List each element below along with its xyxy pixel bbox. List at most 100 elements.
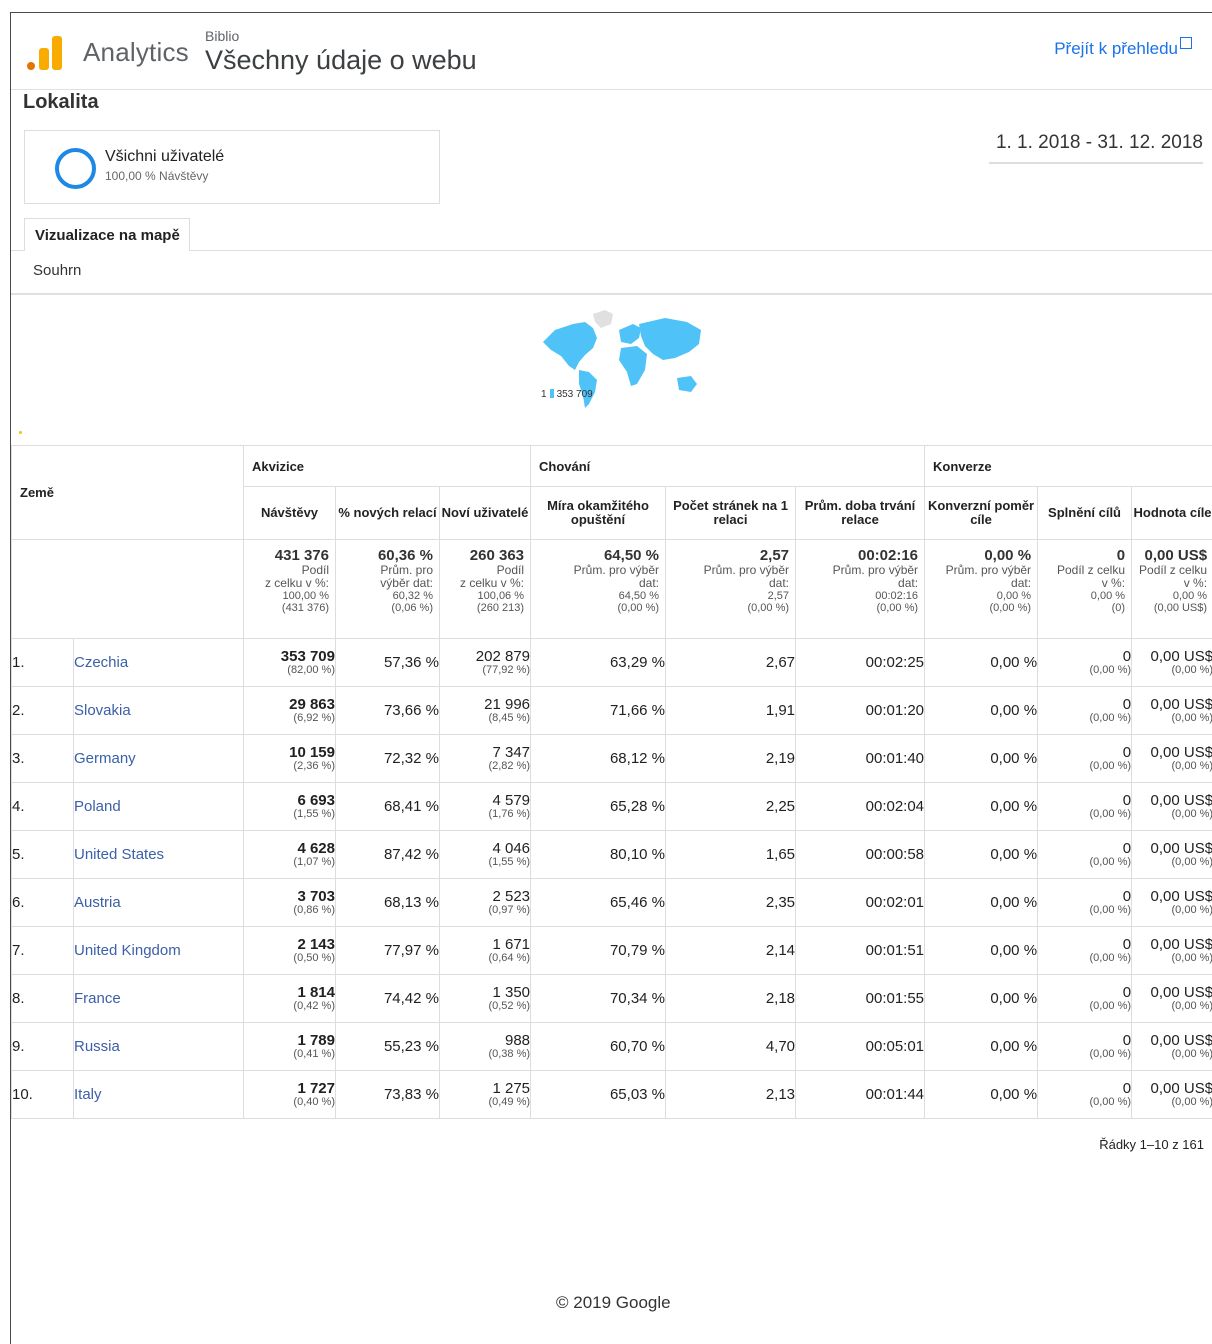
total-cell: 431 376 Podíl z celku v %: 100,00 % (431 376…	[243, 539, 336, 639]
conversion-value: 0,00 %	[990, 846, 1038, 863]
col-header[interactable]: Prům. doba trvání relace	[795, 486, 926, 540]
new-users-cell: 1 671 (0,64 %)	[438, 926, 532, 975]
pages-value: 1,65	[765, 846, 796, 863]
country-link[interactable]: Germany	[74, 751, 243, 766]
account-name[interactable]: Biblio	[205, 28, 239, 44]
country-cell[interactable]: United States	[73, 830, 244, 879]
goals-value: 0	[1122, 984, 1132, 1001]
page-title: Lokalita	[23, 91, 99, 113]
property-selector[interactable]: Všechny údaje o webu	[205, 45, 477, 76]
row-rank: 2.	[12, 702, 25, 719]
col-header[interactable]: Noví uživatelé	[438, 486, 532, 540]
date-range-picker[interactable]: 1. 1. 2018 - 31. 12. 2018	[989, 132, 1203, 164]
visits-share: (0,41 %)	[293, 1048, 335, 1060]
country-link[interactable]: Poland	[74, 799, 243, 814]
country-link[interactable]: United Kingdom	[74, 943, 243, 958]
new-sessions-value: 73,83 %	[383, 1086, 439, 1103]
total-label: v %:	[1101, 576, 1126, 590]
country-link[interactable]: Czechia	[74, 655, 243, 670]
col-header[interactable]: Splnění cílů	[1037, 486, 1133, 540]
new-users-value: 7 347	[492, 744, 531, 761]
visits-cell: 6 693 (1,55 %)	[243, 782, 336, 831]
bounce-value: 70,79 %	[609, 942, 666, 959]
total-value: 0,00 US$	[1144, 547, 1208, 564]
country-cell[interactable]: Italy	[73, 1070, 244, 1119]
rank-cell: 8.	[11, 974, 74, 1023]
total-value: 2,57	[759, 547, 790, 564]
bounce-value: 65,46 %	[609, 894, 666, 911]
total-label: výběr dat:	[380, 576, 433, 590]
goal-value-cell: 0,00 US$ (0,00 %)	[1131, 926, 1212, 975]
duration-cell: 00:01:55	[795, 974, 926, 1023]
total-value: 431 376	[274, 547, 329, 564]
country-link[interactable]: United States	[74, 847, 243, 862]
goals-value: 0	[1122, 936, 1132, 953]
total-detail: 64,50 %	[618, 590, 660, 602]
country-cell[interactable]: Poland	[73, 782, 244, 831]
visits-cell: 29 863 (6,92 %)	[243, 686, 336, 735]
new-users-share: (0,49 %)	[488, 1096, 531, 1108]
pages-cell: 1,91	[665, 686, 797, 735]
country-link[interactable]: France	[74, 991, 243, 1006]
total-label: dat:	[769, 576, 790, 590]
duration-cell: 00:01:51	[795, 926, 926, 975]
total-detail: 0,00 %	[1172, 590, 1208, 602]
new-users-value: 1 350	[492, 984, 531, 1001]
external-link-icon[interactable]	[1180, 37, 1192, 49]
col-header[interactable]: % nových relací	[335, 486, 440, 540]
map-australia	[677, 376, 697, 392]
goals-cell: 0 (0,00 %)	[1037, 974, 1133, 1023]
country-link[interactable]: Slovakia	[74, 703, 243, 718]
country-cell[interactable]: United Kingdom	[73, 926, 244, 975]
goals-share: (0,00 %)	[1089, 904, 1132, 916]
goals-share: (0,00 %)	[1089, 760, 1132, 772]
pages-cell: 2,18	[665, 974, 797, 1023]
country-link[interactable]: Russia	[74, 1039, 243, 1054]
goals-share: (0,00 %)	[1089, 712, 1132, 724]
tab-map-visualization[interactable]: Vizualizace na mapě	[24, 218, 190, 251]
goals-share: (0,00 %)	[1089, 808, 1132, 820]
totals-label-cell	[11, 539, 244, 639]
country-cell[interactable]: Czechia	[73, 638, 244, 687]
col-header[interactable]: Počet stránek na 1 relaci	[665, 486, 797, 540]
visits-cell: 2 143 (0,50 %)	[243, 926, 336, 975]
col-header[interactable]: Míra okamžitého opuštění	[530, 486, 667, 540]
duration-value: 00:00:58	[865, 846, 925, 863]
country-cell[interactable]: Slovakia	[73, 686, 244, 735]
col-header[interactable]: Konverzní poměr cíle	[924, 486, 1039, 540]
total-detail: (431 376)	[281, 602, 329, 614]
table-row: 4. Poland 6 693 (1,55 %) 68,41 % 4 579 (1,76 %…	[11, 782, 1212, 831]
table-row: 2. Slovakia 29 863 (6,92 %) 73,66 % 21 996 (8,…	[11, 686, 1212, 735]
goals-value: 0	[1122, 744, 1132, 761]
col-header[interactable]: Hodnota cíle	[1131, 486, 1212, 540]
segment-card[interactable]: Všichni uživatelé 100,00 % Návštěvy	[24, 130, 440, 204]
country-cell[interactable]: France	[73, 974, 244, 1023]
new-sessions-value: 55,23 %	[383, 1038, 439, 1055]
goal-value-cell: 0,00 US$ (0,00 %)	[1131, 1022, 1212, 1071]
total-value: 0	[1116, 547, 1126, 564]
goto-overview-link[interactable]: Přejít k přehledu	[1054, 39, 1178, 59]
goals-cell: 0 (0,00 %)	[1037, 1070, 1133, 1119]
country-link[interactable]: Austria	[74, 895, 243, 910]
country-cell[interactable]: Germany	[73, 734, 244, 783]
summary-link[interactable]: Souhrn	[33, 262, 81, 279]
top-bar: Analytics Biblio Všechny údaje o webu Př…	[11, 13, 1212, 90]
total-label: dat:	[1011, 576, 1032, 590]
country-link[interactable]: Italy	[74, 1087, 243, 1102]
pages-value: 2,14	[765, 942, 796, 959]
goals-cell: 0 (0,00 %)	[1037, 638, 1133, 687]
app-name: Analytics	[83, 37, 189, 67]
goals-share: (0,00 %)	[1089, 1000, 1132, 1012]
conversion-value: 0,00 %	[990, 990, 1038, 1007]
country-cell[interactable]: Austria	[73, 878, 244, 927]
dimension-header[interactable]: Země	[11, 445, 244, 540]
pages-cell: 2,19	[665, 734, 797, 783]
total-label: z celku v %:	[459, 576, 525, 590]
country-cell[interactable]: Russia	[73, 1022, 244, 1071]
goal-value: 0,00 US$	[1150, 1032, 1212, 1049]
pages-cell: 2,67	[665, 638, 797, 687]
goal-value: 0,00 US$	[1150, 696, 1212, 713]
analytics-logo-icon[interactable]	[27, 34, 63, 70]
row-rank: 3.	[12, 750, 25, 767]
col-header[interactable]: Návštěvy	[243, 486, 336, 540]
